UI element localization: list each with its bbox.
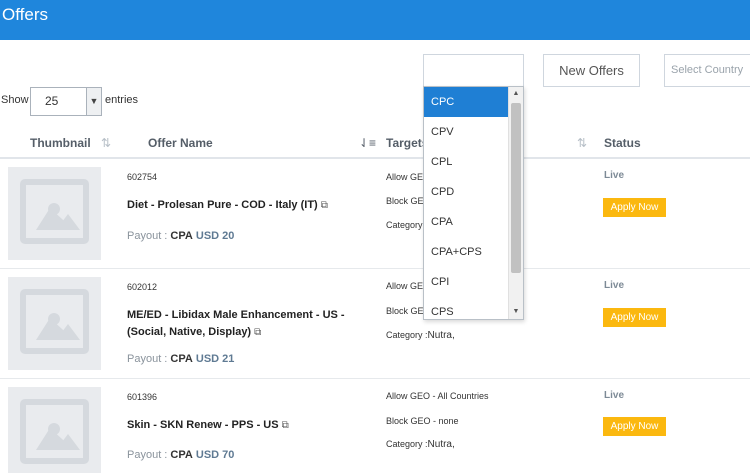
category-label: Category : [386,330,428,340]
block-geo: Block GE [386,196,424,206]
table-row: 602012 ME/ED - Libidax Male Enhancement … [0,269,750,379]
table-row: 601396 Skin - SKN Renew - PPS - US ⧉ Pay… [0,379,750,473]
payout-amount: USD 70 [195,449,235,461]
allow-geo: Allow GE [386,281,424,291]
offer-id: 601396 [127,392,158,402]
image-placeholder-icon [8,387,101,473]
sort-icon[interactable]: ⇅ [101,136,111,150]
page-header: Offers [0,0,750,40]
payout: Payout : CPA USD 21 [127,353,234,365]
category: Category :Nutra, [386,330,455,341]
payout-label: Payout : [127,353,168,365]
payout-type-select[interactable] [423,54,524,87]
scroll-up-icon[interactable]: ▲ [509,87,523,101]
dropdown-option-cpa-cps[interactable]: CPA+CPS [424,237,508,267]
category-label: Category : [386,439,428,449]
scrollbar-thumb[interactable] [511,103,521,273]
page-title: Offers [2,5,48,24]
dropdown-option-cpd[interactable]: CPD [424,177,508,207]
dropdown-option-cpc[interactable]: CPC [424,87,508,117]
dropdown-option-cpa[interactable]: CPA [424,207,508,237]
apply-now-button[interactable]: Apply Now [603,198,666,217]
new-offers-button[interactable]: New Offers [543,54,640,87]
status-badge: Live [604,170,625,181]
category: Category :Nutra, [386,439,455,450]
apply-now-button[interactable]: Apply Now [603,417,666,436]
offer-name[interactable]: ME/ED - Libidax Male Enhancement - US - … [127,309,345,338]
dropdown-option-cpl[interactable]: CPL [424,147,508,177]
dropdown-scrollbar[interactable]: ▲ ▼ [508,87,523,319]
column-header-status[interactable]: Status [604,136,641,150]
payout-label: Payout : [127,449,168,461]
offer-id: 602754 [127,172,158,182]
offer-name[interactable]: Diet - Prolesan Pure - COD - Italy (IT) [127,199,318,211]
offer-name-link[interactable]: Skin - SKN Renew - PPS - US ⧉ [127,417,377,434]
payout-type-dropdown[interactable]: CPC CPV CPL CPD CPA CPA+CPS CPI CPS ▲ ▼ [423,86,524,320]
category-value: Nutra, [427,439,455,450]
scroll-down-icon[interactable]: ▼ [509,305,523,319]
entries-select[interactable]: 25 ▼ [30,87,102,116]
apply-now-button[interactable]: Apply Now [603,308,666,327]
entries-label: entries [105,94,139,106]
entries-value: 25 [45,94,59,108]
external-link-icon[interactable]: ⧉ [282,420,289,431]
block-geo: Block GEO - none [386,416,459,426]
payout: Payout : CPA USD 70 [127,449,234,461]
dropdown-option-cpv[interactable]: CPV [424,117,508,147]
payout: Payout : CPA USD 20 [127,230,234,242]
category-value: Nutra, [427,330,455,341]
payout-type: CPA [170,449,193,461]
block-geo: Block GE [386,306,424,316]
external-link-icon[interactable]: ⧉ [254,327,261,338]
table-row: 602754 Diet - Prolesan Pure - COD - Ital… [0,159,750,269]
offer-name[interactable]: Skin - SKN Renew - PPS - US [127,419,279,431]
sort-icon[interactable]: ⇅ [577,136,587,150]
allow-geo: Allow GEO - All Countries [386,391,489,401]
status-badge: Live [604,280,625,291]
payout-amount: USD 21 [195,353,235,365]
offer-name-link[interactable]: Diet - Prolesan Pure - COD - Italy (IT) … [127,197,377,214]
category: Category : [386,220,428,230]
external-link-icon[interactable]: ⧉ [321,200,328,211]
country-select[interactable]: Select Country [664,54,750,87]
chevron-down-icon[interactable]: ▼ [86,88,101,115]
dropdown-option-cps[interactable]: CPS [424,297,508,319]
payout-amount: USD 20 [195,230,235,242]
column-header-thumbnail[interactable]: Thumbnail [30,136,91,150]
show-label: Show [1,94,29,106]
image-placeholder-icon [8,167,101,260]
column-header-offer-name[interactable]: Offer Name [148,136,213,150]
dropdown-option-cpi[interactable]: CPI [424,267,508,297]
offer-name-link[interactable]: ME/ED - Libidax Male Enhancement - US - … [127,307,377,341]
payout-type: CPA [170,230,193,242]
image-placeholder-icon [8,277,101,370]
allow-geo: Allow GE [386,172,424,182]
payout-label: Payout : [127,230,168,242]
sort-icon[interactable]: ⇃≡ [359,136,376,150]
payout-type: CPA [170,353,193,365]
offer-id: 602012 [127,282,158,292]
status-badge: Live [604,390,625,401]
